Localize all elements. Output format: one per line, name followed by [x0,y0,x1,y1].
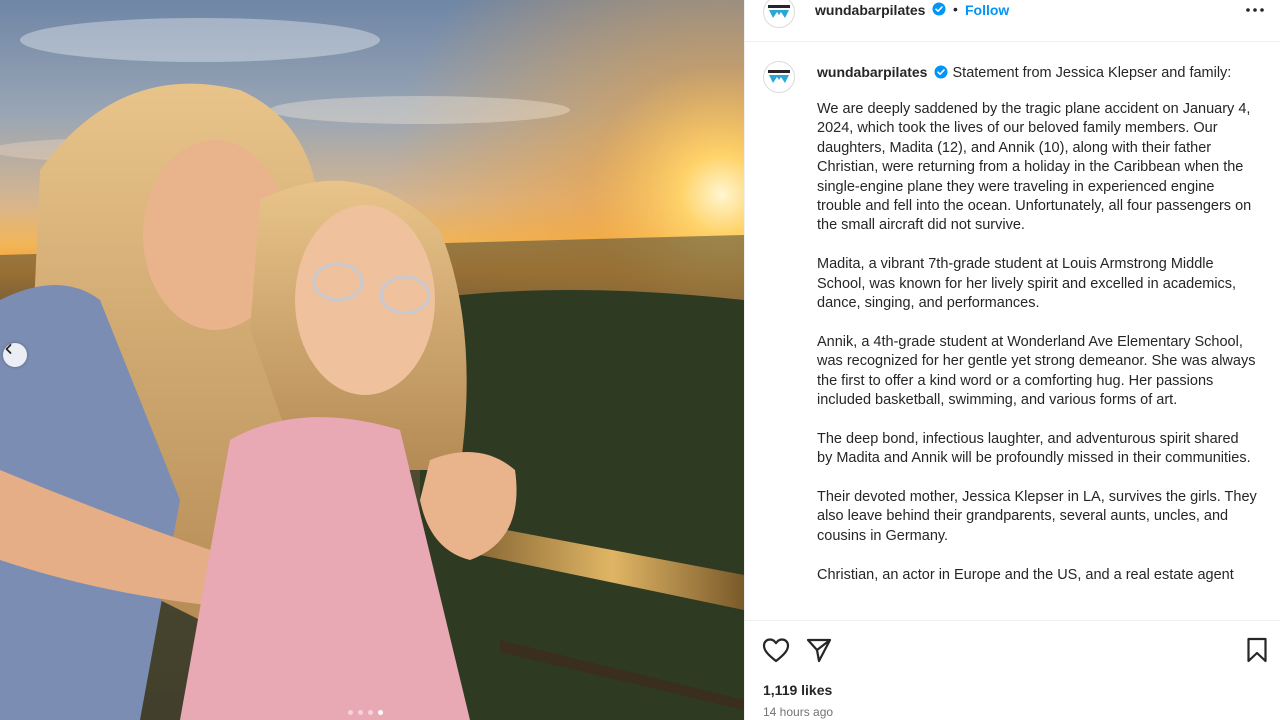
likes-count[interactable]: 1,119 likes [763,682,832,698]
caption-username[interactable]: wundabarpilates [817,64,927,80]
profile-avatar[interactable] [763,0,795,28]
verified-badge-icon [931,65,948,81]
caption-headline: Statement from Jessica Klepser and famil… [952,65,1232,81]
caption-paragraph: We are deeply saddened by the tragic pla… [817,101,1252,234]
caption-paragraph: Christian, an actor in Europe and the US… [817,566,1234,583]
post-header: wundabarpilates • Follow [745,0,1280,42]
send-icon[interactable] [806,637,832,668]
carousel-prev-button[interactable] [3,343,27,367]
caption-paragraph: Annik, a 4th-grade student at Wonderland… [817,333,1256,409]
header-username[interactable]: wundabarpilates [815,2,925,18]
post-actions: 1,119 likes 14 hours ago [745,620,1280,720]
heart-icon[interactable] [762,637,790,668]
header-separator: • [953,1,958,17]
more-options-icon[interactable] [1245,2,1265,23]
caption-headline-row: wundabarpilates Statement from Jessica K… [817,63,1267,82]
post-photo [0,0,744,720]
carousel-indicator [348,710,383,715]
caption-paragraph: Madita, a vibrant 7th-grade student at L… [817,256,1237,312]
caption-body: We are deeply saddened by the tragic pla… [817,100,1257,604]
post-timestamp[interactable]: 14 hours ago [763,705,833,719]
wundabar-logo-icon [768,70,790,83]
caption-avatar[interactable] [763,61,795,93]
post-media[interactable] [0,0,744,720]
caption-paragraph: The deep bond, infectious laughter, and … [817,430,1251,467]
carousel-dot [368,710,373,715]
caption-section: wundabarpilates Statement from Jessica K… [745,43,1280,619]
carousel-dot [358,710,363,715]
follow-button[interactable]: Follow [965,2,1009,18]
carousel-dot [348,710,353,715]
wundabar-logo-icon [768,5,790,18]
carousel-dot-active [378,710,383,715]
post-details-panel: wundabarpilates • Follow wundabarpilates… [744,0,1280,720]
caption-paragraph: Their devoted mother, Jessica Klepser in… [817,489,1257,544]
bookmark-icon[interactable] [1246,637,1268,668]
verified-badge-icon [929,1,946,19]
